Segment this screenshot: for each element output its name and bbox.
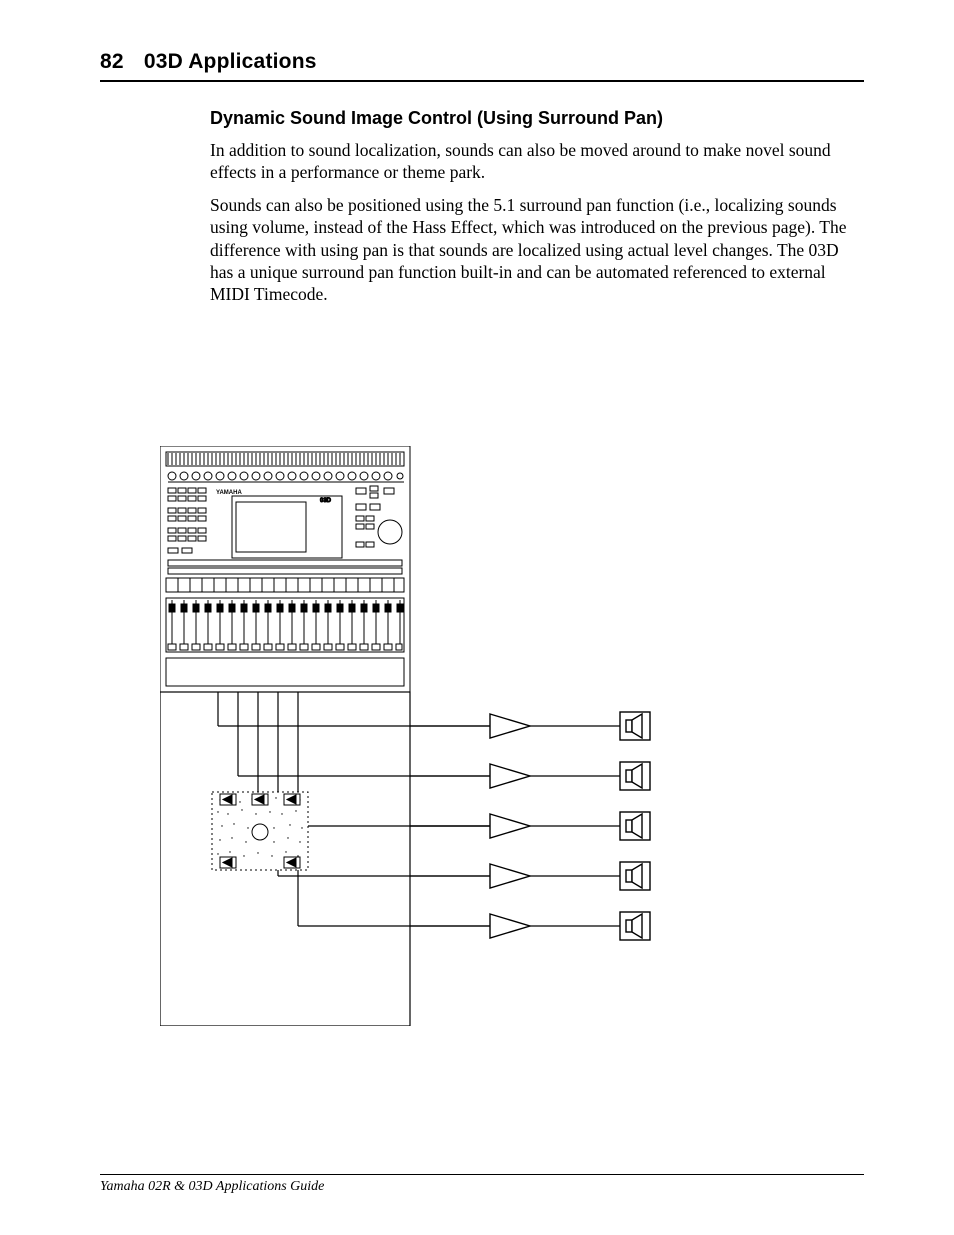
loudspeaker-icon <box>620 712 650 940</box>
amplifier-icon <box>490 714 530 938</box>
figure-diagram: YAMAHA 03D <box>160 446 864 1026</box>
mixer-brand-label: YAMAHA <box>216 490 242 496</box>
mixer-console-icon: YAMAHA 03D <box>160 446 410 692</box>
footer-text: Yamaha 02R & 03D Applications Guide <box>100 1179 324 1194</box>
paragraph-2: Sounds can also be positioned using the … <box>210 194 860 306</box>
paragraph-1: In addition to sound localization, sound… <box>210 139 860 184</box>
main-content: Dynamic Sound Image Control (Using Surro… <box>210 108 860 306</box>
footer: Yamaha 02R & 03D Applications Guide <box>100 1174 864 1195</box>
surround-room-icon <box>212 792 308 870</box>
page-number: 82 <box>100 50 124 73</box>
chapter-title: 03D Applications <box>144 50 317 73</box>
mixer-model-label: 03D <box>320 498 332 504</box>
section-title: Dynamic Sound Image Control (Using Surro… <box>210 108 860 129</box>
running-head: 82 03D Applications <box>100 50 864 82</box>
